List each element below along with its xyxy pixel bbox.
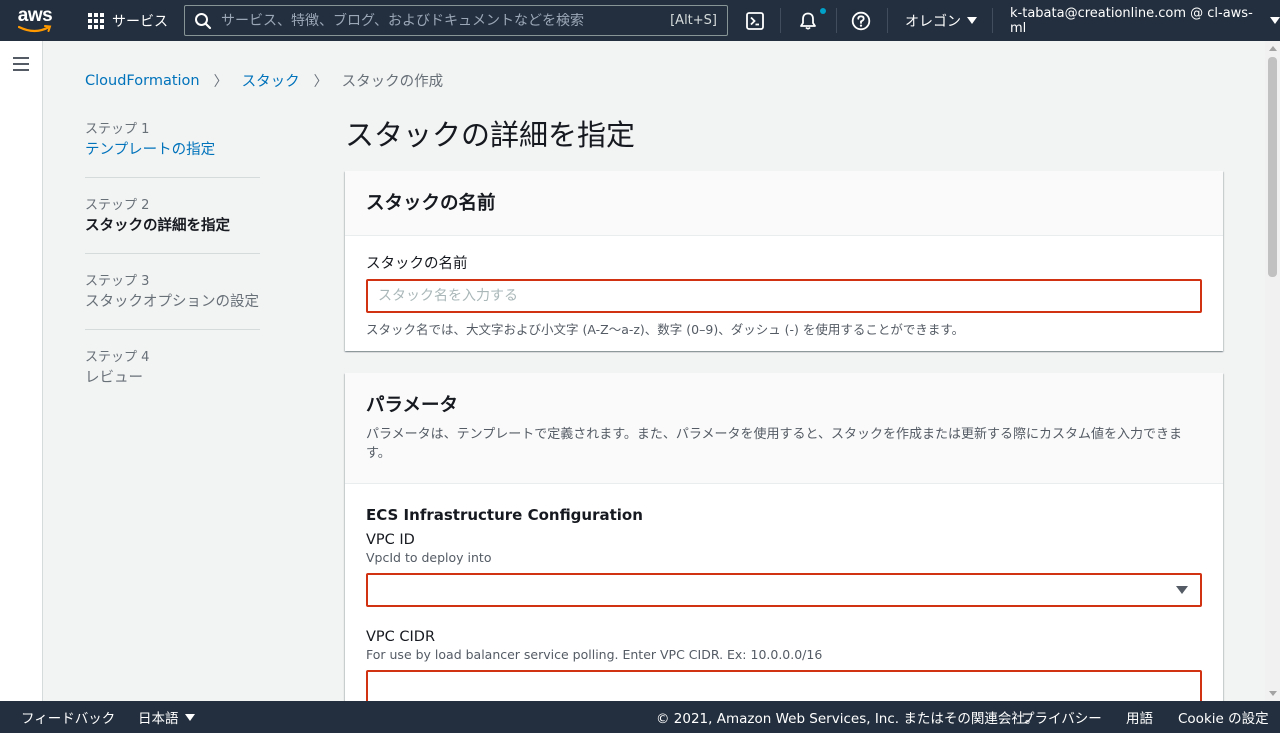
account-menu[interactable]: k-tabata@creationline.com @ cl-aws-ml (1010, 0, 1280, 41)
vpc-id-label: VPC ID (366, 532, 415, 548)
scrollbar-thumb[interactable] (1268, 57, 1277, 277)
panel-header: パラメータ パラメータは、テンプレートで定義されます。また、パラメータを使用する… (345, 373, 1223, 484)
step-3: ステップ 3 スタックオプションの設定 (85, 270, 260, 330)
region-selector[interactable]: オレゴン (905, 0, 977, 41)
chevron-right-icon: 〉 (213, 73, 228, 90)
chevron-right-icon: 〉 (313, 73, 328, 90)
scroll-down-icon[interactable] (1269, 691, 1277, 696)
nav-divider (836, 8, 837, 33)
panel-title: パラメータ (366, 395, 458, 416)
section-title: ECS Infrastructure Configuration (366, 506, 643, 524)
aws-smile-icon (18, 25, 52, 33)
notification-badge (820, 8, 826, 14)
vpc-id-description: VpcId to deploy into (366, 550, 492, 565)
breadcrumb-stacks[interactable]: スタック (242, 70, 300, 91)
search-bar[interactable]: [Alt+S] (184, 5, 728, 36)
help-button[interactable] (847, 0, 875, 41)
bell-icon (800, 12, 816, 30)
caret-down-icon (184, 713, 195, 721)
stack-name-constraint: スタック名では、大文字および小文字 (A-Z〜a-z)、数字 (0–9)、ダッシ… (366, 322, 965, 337)
caret-down-icon (1176, 586, 1188, 594)
page-scrollbar[interactable] (1265, 41, 1280, 701)
step-label-options: スタックオプションの設定 (85, 294, 259, 310)
breadcrumb-current: スタックの作成 (341, 74, 444, 90)
caret-down-icon (1270, 17, 1280, 24)
step-number: ステップ 3 (85, 274, 150, 289)
step-number: ステップ 1 (85, 122, 150, 137)
services-menu-button[interactable]: サービス (70, 0, 178, 41)
scroll-up-icon[interactable] (1269, 46, 1277, 51)
step-number: ステップ 2 (85, 198, 150, 213)
vpc-id-select[interactable] (366, 573, 1202, 607)
step-2: ステップ 2 スタックの詳細を指定 (85, 194, 260, 254)
aws-logo[interactable]: aws (0, 0, 70, 41)
wizard-steps: ステップ 1 テンプレートの指定 ステップ 2 スタックの詳細を指定 ステップ … (85, 118, 260, 421)
privacy-link[interactable]: プライバシー (1021, 701, 1102, 733)
language-selector[interactable]: 日本語 (138, 701, 195, 733)
nav-divider (992, 8, 993, 33)
step-label-current: スタックの詳細を指定 (85, 218, 230, 234)
side-navigation-rail (0, 41, 43, 701)
panel-header: スタックの名前 (345, 171, 1223, 236)
search-input[interactable] (221, 12, 661, 29)
vpc-cidr-label: VPC CIDR (366, 629, 436, 645)
account-label: k-tabata@creationline.com @ cl-aws-ml (1010, 5, 1253, 36)
panel-title: スタックの名前 (366, 193, 496, 214)
top-navigation: aws サービス [Alt+S] オレゴン k-tabata@creationl… (0, 0, 1280, 41)
aws-logo-text: aws (17, 5, 53, 26)
search-shortcut-hint: [Alt+S] (670, 13, 717, 28)
region-label: オレゴン (905, 13, 961, 30)
feedback-link[interactable]: フィードバック (21, 701, 115, 733)
cloudshell-button[interactable] (740, 0, 770, 41)
stack-name-input[interactable] (366, 279, 1202, 313)
services-label: サービス (112, 13, 168, 30)
notifications-button[interactable] (794, 0, 822, 41)
step-label-review: レビュー (85, 370, 143, 386)
help-icon (851, 11, 871, 30)
stack-name-label: スタックの名前 (366, 256, 468, 272)
caret-down-icon (967, 17, 977, 24)
panel-body: スタックの名前 スタック名では、大文字および小文字 (A-Z〜a-z)、数字 (… (345, 236, 1223, 358)
language-label: 日本語 (138, 711, 179, 727)
step-1: ステップ 1 テンプレートの指定 (85, 118, 260, 178)
footer: フィードバック 日本語 © 2021, Amazon Web Services,… (0, 701, 1280, 733)
menu-icon[interactable] (13, 57, 29, 71)
search-icon (185, 12, 221, 30)
step-link-template[interactable]: テンプレートの指定 (85, 140, 260, 161)
stack-name-panel: スタックの名前 スタックの名前 スタック名では、大文字および小文字 (A-Z〜a… (345, 171, 1223, 351)
step-4: ステップ 4 レビュー (85, 346, 260, 405)
copyright-text: © 2021, Amazon Web Services, Inc. またはその関… (656, 711, 1039, 727)
parameters-panel: パラメータ パラメータは、テンプレートで定義されます。また、パラメータを使用する… (345, 373, 1223, 713)
nav-divider (780, 8, 781, 33)
panel-description: パラメータは、テンプレートで定義されます。また、パラメータを使用すると、スタック… (366, 427, 1183, 461)
cloudshell-icon (746, 11, 764, 30)
vpc-cidr-description: For use by load balancer service polling… (366, 647, 823, 662)
panel-body: ECS Infrastructure Configuration VPC ID … (345, 484, 1223, 724)
nav-divider (887, 8, 888, 33)
page-title: スタックの詳細を指定 (345, 118, 636, 152)
grid-icon (88, 12, 104, 29)
breadcrumb-cloudformation[interactable]: CloudFormation (85, 73, 200, 89)
vpc-cidr-input[interactable] (366, 670, 1202, 704)
step-number: ステップ 4 (85, 350, 150, 365)
terms-link[interactable]: 用語 (1126, 701, 1153, 733)
cookie-settings-link[interactable]: Cookie の設定 (1178, 701, 1269, 733)
breadcrumb: CloudFormation 〉 スタック 〉 スタックの作成 (85, 70, 443, 91)
